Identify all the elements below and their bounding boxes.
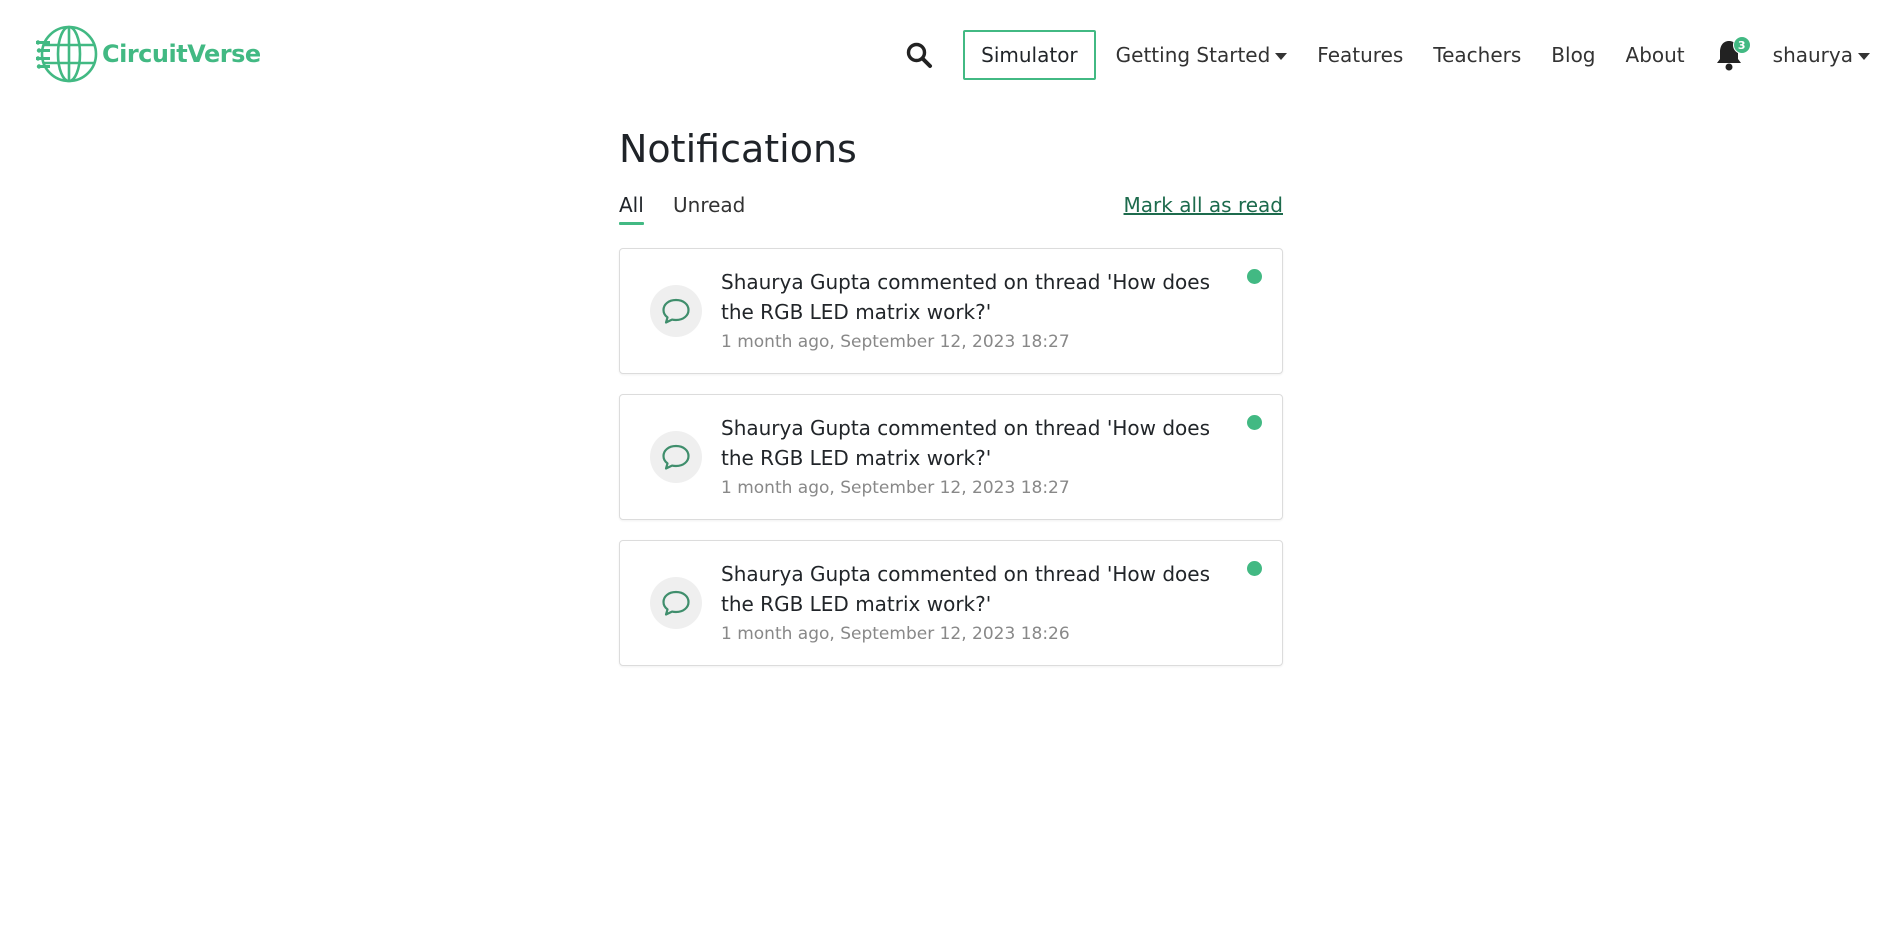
user-menu-dropdown[interactable]: shaurya bbox=[1773, 43, 1870, 67]
comment-icon bbox=[662, 590, 690, 616]
notification-body: Shaurya Gupta commented on thread 'How d… bbox=[721, 267, 1241, 355]
notification-body: Shaurya Gupta commented on thread 'How d… bbox=[721, 559, 1241, 647]
notification-item[interactable]: Shaurya Gupta commented on thread 'How d… bbox=[619, 248, 1283, 374]
about-link[interactable]: About bbox=[1626, 43, 1685, 67]
notification-icon-circle bbox=[650, 285, 702, 337]
mark-all-as-read-link[interactable]: Mark all as read bbox=[1124, 190, 1283, 220]
notifications-bell-button[interactable]: 3 bbox=[1715, 36, 1751, 72]
notification-icon-circle bbox=[650, 431, 702, 483]
notification-text: Shaurya Gupta commented on thread 'How d… bbox=[721, 416, 1211, 470]
notification-body: Shaurya Gupta commented on thread 'How d… bbox=[721, 413, 1241, 501]
user-name-label: shaurya bbox=[1772, 43, 1853, 67]
getting-started-dropdown[interactable]: Getting Started bbox=[1116, 43, 1288, 67]
notification-time: 1 month ago, September 12, 2023 18:26 bbox=[721, 624, 1070, 644]
notification-time: 1 month ago, September 12, 2023 18:27 bbox=[721, 332, 1070, 352]
comment-icon bbox=[662, 298, 690, 324]
circuitverse-logo-icon bbox=[36, 25, 98, 83]
teachers-link[interactable]: Teachers bbox=[1433, 43, 1521, 67]
notification-icon-circle bbox=[650, 577, 702, 629]
search-button[interactable] bbox=[899, 35, 939, 75]
comment-icon bbox=[662, 444, 690, 470]
main-nav: Simulator Getting Started Features Teach… bbox=[899, 30, 1894, 80]
brand-logo-link[interactable]: CircuitVerse bbox=[36, 23, 261, 85]
notification-item[interactable]: Shaurya Gupta commented on thread 'How d… bbox=[619, 540, 1283, 666]
features-link[interactable]: Features bbox=[1317, 43, 1403, 67]
notifications-page: Notifications All Unread Mark all as rea… bbox=[619, 120, 1283, 686]
notification-time: 1 month ago, September 12, 2023 18:27 bbox=[721, 478, 1070, 498]
notification-text: Shaurya Gupta commented on thread 'How d… bbox=[721, 562, 1211, 616]
notification-item[interactable]: Shaurya Gupta commented on thread 'How d… bbox=[619, 394, 1283, 520]
page-title: Notifications bbox=[619, 127, 857, 171]
navbar: CircuitVerse Simulator Getting Started F… bbox=[0, 0, 1894, 110]
caret-down-icon bbox=[1275, 52, 1288, 60]
search-icon bbox=[906, 42, 933, 68]
unread-indicator-dot bbox=[1247, 561, 1262, 576]
notification-text: Shaurya Gupta commented on thread 'How d… bbox=[721, 270, 1211, 324]
tab-unread[interactable]: Unread bbox=[673, 190, 745, 220]
tab-all[interactable]: All bbox=[619, 190, 644, 225]
notification-list: Shaurya Gupta commented on thread 'How d… bbox=[619, 248, 1283, 666]
unread-indicator-dot bbox=[1247, 269, 1262, 284]
simulator-button[interactable]: Simulator bbox=[963, 30, 1096, 80]
caret-down-icon bbox=[1858, 52, 1870, 60]
brand-name: CircuitVerse bbox=[102, 40, 261, 68]
unread-indicator-dot bbox=[1247, 415, 1262, 430]
notifications-count-badge: 3 bbox=[1732, 36, 1751, 54]
getting-started-label: Getting Started bbox=[1115, 43, 1271, 67]
blog-link[interactable]: Blog bbox=[1551, 43, 1595, 67]
notification-tabs: All Unread Mark all as read bbox=[619, 190, 1283, 230]
